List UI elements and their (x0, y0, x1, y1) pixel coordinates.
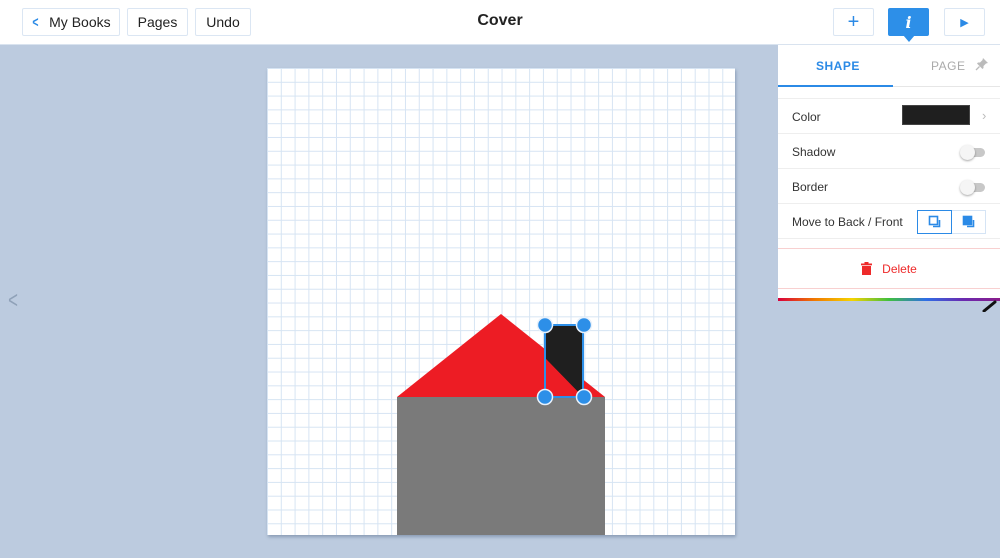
previous-page-arrow[interactable]: < (7, 287, 20, 314)
delete-label: Delete (882, 261, 917, 276)
tab-shape[interactable]: SHAPE (816, 59, 860, 73)
move-to-back-button[interactable] (917, 210, 952, 234)
active-tab-indicator (778, 85, 893, 87)
undo-button[interactable]: Undo (195, 8, 251, 36)
my-books-label: My Books (49, 14, 111, 30)
property-rows: Color › Shadow Border Move to Back / Fro… (778, 98, 1000, 239)
shape-properties-panel: SHAPE PAGE Color › Shadow Border Move to… (778, 45, 1000, 301)
info-button[interactable]: i (888, 8, 929, 42)
resize-handle-top-right[interactable] (575, 316, 593, 334)
pin-icon[interactable] (975, 57, 989, 71)
pen-icon[interactable] (982, 300, 998, 312)
pages-button[interactable]: Pages (127, 8, 188, 36)
info-icon: i (905, 12, 912, 32)
play-icon: ▶ (960, 16, 969, 29)
move-to-front-button[interactable] (952, 211, 985, 233)
house-body-shape[interactable] (397, 397, 605, 535)
shadow-row: Shadow (778, 134, 1000, 169)
trash-icon (861, 262, 873, 275)
add-button[interactable]: + (833, 8, 874, 36)
color-spectrum-bar[interactable] (778, 298, 1000, 301)
order-row: Move to Back / Front (778, 204, 1000, 239)
top-toolbar: < My Books Pages Undo Cover + i ▶ (0, 0, 1000, 45)
canvas-shapes (397, 314, 605, 535)
order-button-group (917, 210, 986, 234)
border-label: Border (792, 180, 829, 194)
shadow-label: Shadow (792, 145, 836, 159)
move-front-icon (962, 215, 974, 228)
book-page-canvas[interactable] (267, 68, 735, 535)
border-toggle[interactable] (960, 180, 986, 195)
plus-icon: + (847, 10, 860, 33)
color-label: Color (792, 110, 821, 124)
resize-handle-top-left[interactable] (536, 316, 554, 334)
shadow-toggle[interactable] (960, 145, 986, 160)
my-books-button[interactable]: < My Books (22, 8, 120, 36)
panel-tabs: SHAPE PAGE (778, 45, 1000, 87)
toggle-knob (960, 180, 975, 195)
order-label: Move to Back / Front (792, 215, 903, 229)
chevron-left-icon: < (32, 13, 39, 31)
tab-page[interactable]: PAGE (931, 59, 965, 73)
resize-handle-bottom-right[interactable] (575, 388, 593, 406)
resize-handle-bottom-left[interactable] (536, 388, 554, 406)
play-button[interactable]: ▶ (944, 8, 985, 36)
toggle-knob (960, 145, 975, 160)
color-swatch[interactable] (902, 105, 970, 125)
move-back-icon (928, 215, 940, 228)
border-row: Border (778, 169, 1000, 204)
chevron-right-icon[interactable]: › (982, 108, 986, 123)
chevron-left-icon: < (8, 287, 18, 314)
color-row: Color › (778, 99, 1000, 134)
delete-button[interactable]: Delete (778, 248, 1000, 289)
